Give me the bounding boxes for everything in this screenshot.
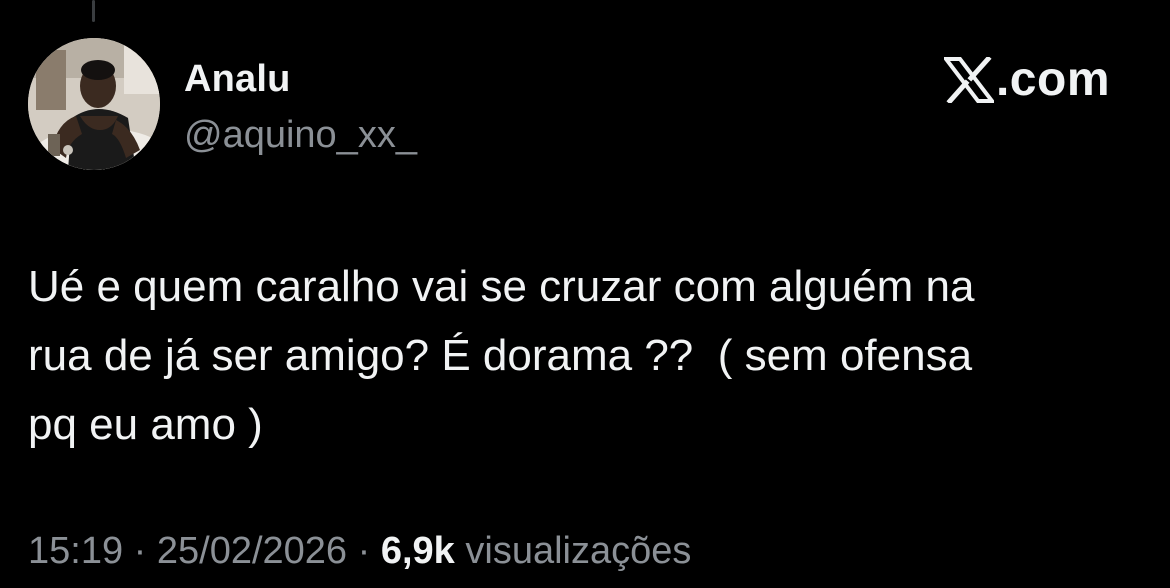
tweet-screenshot: Analu @aquino_xx_ .com Ué e quem caralho… — [0, 0, 1170, 588]
tweet-date[interactable]: 25/02/2026 — [157, 530, 347, 572]
views-count: 6,9k — [380, 530, 455, 572]
meta-separator: · — [357, 530, 371, 572]
x-logo-icon — [943, 57, 994, 103]
meta-separator: · — [133, 530, 147, 572]
tweet-text: Ué e quem caralho vai se cruzar com algu… — [28, 262, 975, 449]
tweet-meta: 15:19 · 25/02/2026 · 6,9k visualizações — [28, 530, 691, 573]
avatar[interactable] — [28, 38, 160, 170]
author-display-name[interactable]: Analu — [184, 58, 291, 101]
thread-connector-line — [92, 0, 95, 22]
tweet-time[interactable]: 15:19 — [28, 530, 123, 572]
author-handle[interactable]: @aquino_xx_ — [184, 114, 417, 157]
x-com-brand: .com — [943, 52, 1110, 108]
brand-suffix-text: .com — [995, 53, 1110, 106]
avatar-photo — [28, 38, 160, 170]
views-label: visualizações — [465, 530, 692, 572]
